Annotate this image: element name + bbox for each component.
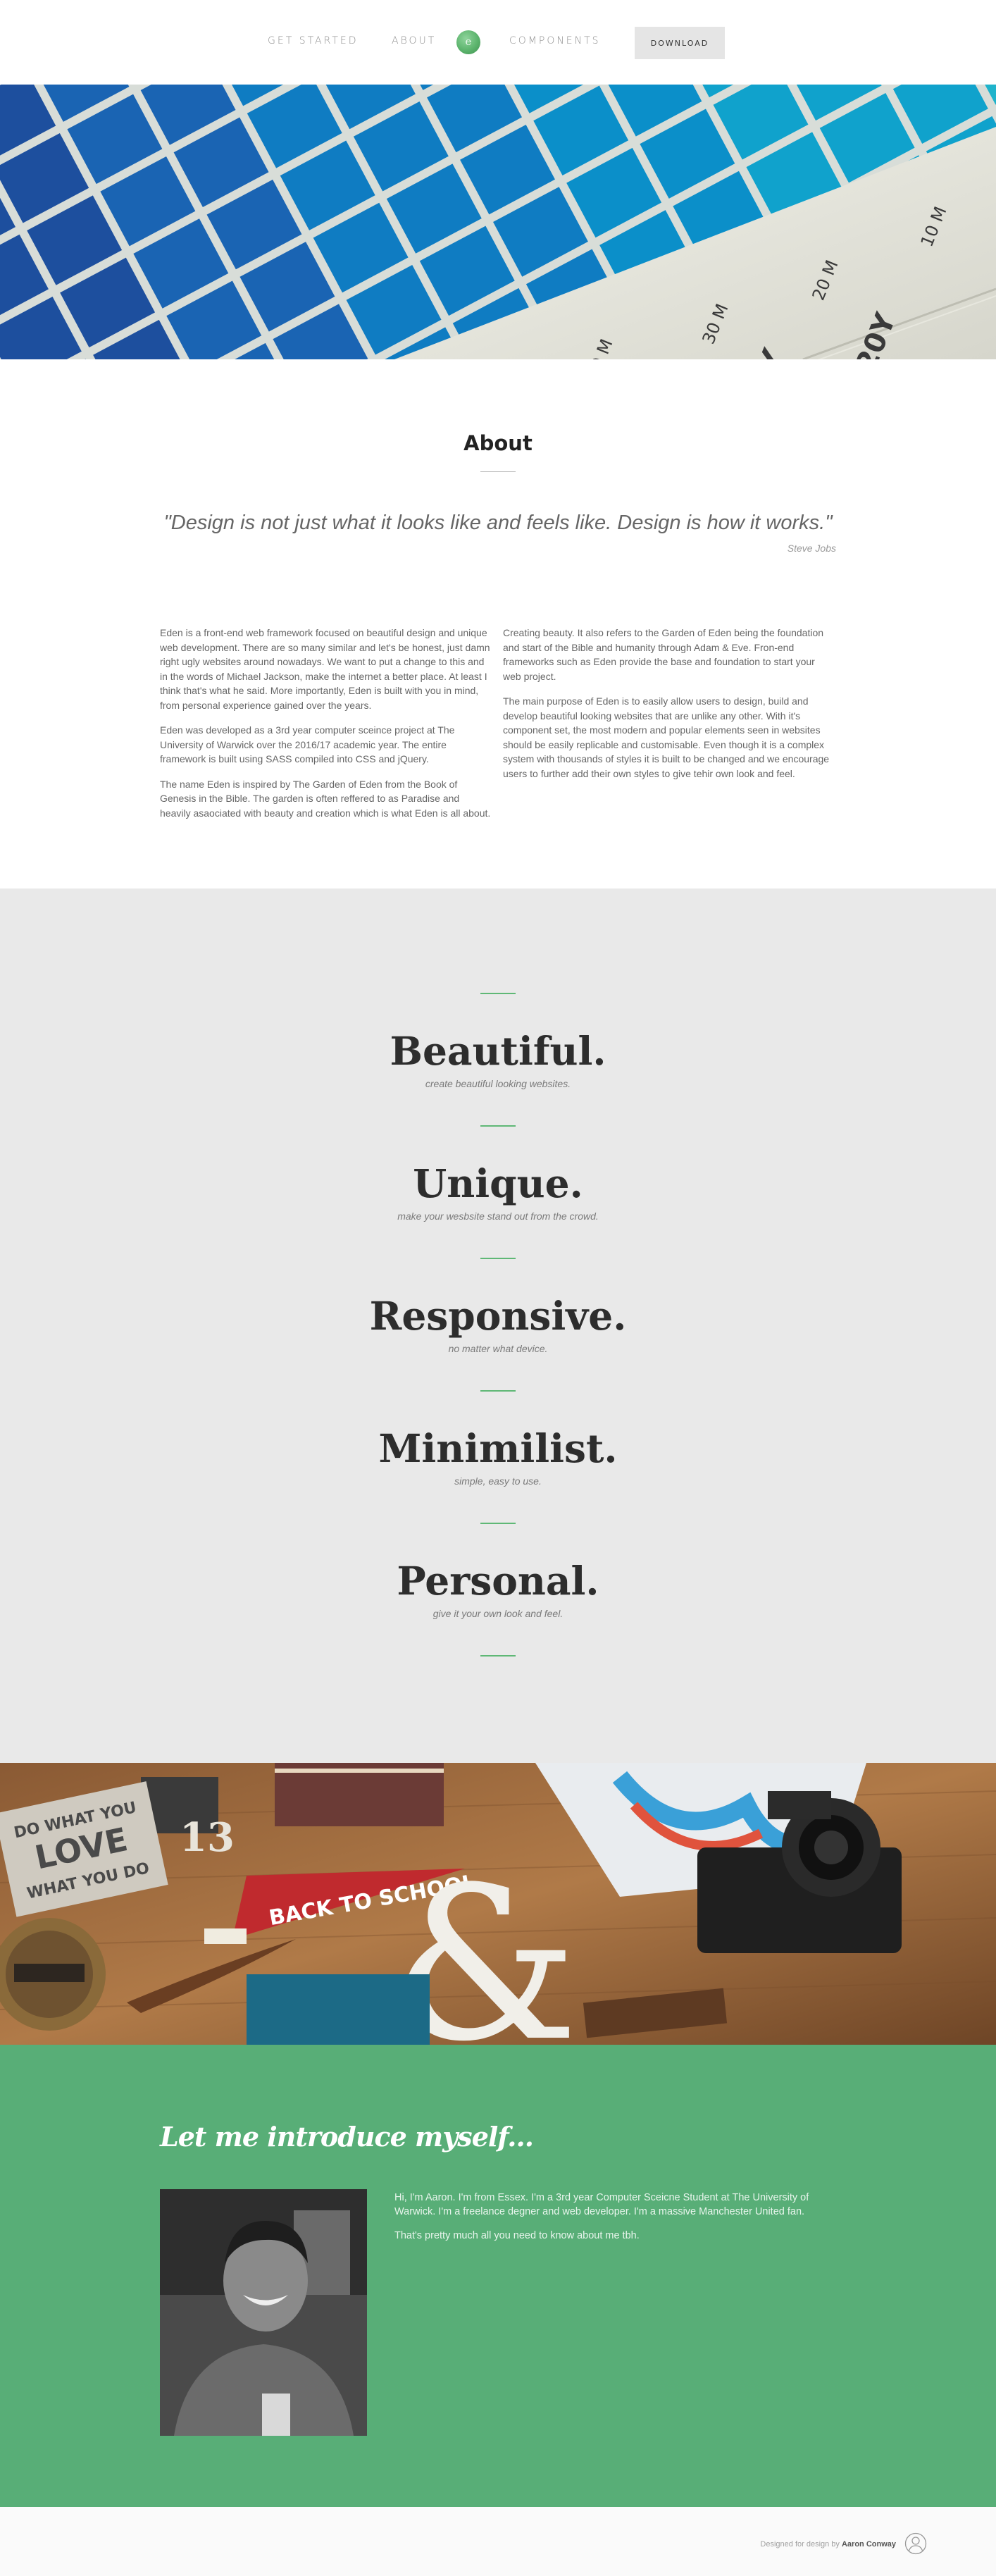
feature-subtitle: no matter what device. (448, 1343, 548, 1354)
about-divider (480, 471, 516, 472)
feature-divider (480, 1125, 516, 1127)
feature-divider (480, 1258, 516, 1259)
intro-text: Hi, I'm Aaron. I'm from Essex. I'm a 3rd… (394, 2191, 831, 2253)
feature-heading: Responsive. (369, 1293, 627, 1339)
about-column-right: Creating beauty. It also refers to the G… (503, 626, 834, 791)
intro-paragraph: Hi, I'm Aaron. I'm from Essex. I'm a 3rd… (394, 2192, 809, 2217)
feature-subtitle: make your wesbsite stand out from the cr… (397, 1210, 599, 1222)
feature-heading: Personal. (397, 1558, 599, 1604)
feature-heading: Beautiful. (390, 1028, 606, 1074)
footer: Designed for design by Aaron Conway (0, 2507, 996, 2576)
about-paragraph: Eden is a front-end web framework focuse… (160, 627, 490, 711)
intro-heading: Let me introduce myself... (160, 2121, 534, 2153)
footer-credit: Designed for design by Aaron Conway (634, 2540, 896, 2549)
introduction-section: Let me introduce myself... Hi, I'm Aaron… (0, 2045, 996, 2507)
feature-divider (480, 1655, 516, 1657)
quote-text: "Design is not just what it looks like a… (163, 512, 833, 534)
desk-photo: DO WHAT YOU LOVE WHAT YOU DO 13 BACK TO … (0, 1763, 996, 2045)
eden-logo-icon[interactable]: e (456, 30, 480, 54)
intro-paragraph: That's pretty much all you need to know … (394, 2230, 640, 2241)
logo-glyph: e (465, 35, 472, 48)
quote-author: Steve Jobs (787, 543, 836, 554)
feature-subtitle: simple, easy to use. (454, 1475, 542, 1487)
feature-subtitle: give it your own look and feel. (432, 1608, 564, 1619)
nav-get-started-link[interactable]: GET STARTED (268, 35, 359, 47)
about-heading: About (463, 431, 533, 455)
feature-heading: Unique. (413, 1160, 583, 1206)
about-column-left: Eden is a front-end web framework focuse… (160, 626, 491, 831)
user-profile-icon[interactable] (904, 2532, 927, 2555)
feature-divider (480, 1390, 516, 1392)
profile-photo (160, 2189, 367, 2436)
nav-components-link[interactable]: COMPONENTS (509, 35, 601, 47)
hero-image: 10 M20 M30 M40 M50 M20Y30Y (0, 85, 996, 359)
feature-heading: Minimilist. (378, 1425, 618, 1471)
desk-items-illustration: DO WHAT YOU LOVE WHAT YOU DO 13 BACK TO … (0, 1763, 996, 2045)
feature-subtitle: create beautiful looking websites. (425, 1078, 571, 1089)
about-paragraph: The name Eden is inspired by The Garden … (160, 778, 491, 819)
about-paragraph: Eden was developed as a 3rd year compute… (160, 724, 455, 764)
feature-divider (480, 1523, 516, 1524)
portrait-illustration (160, 2189, 367, 2436)
features-section: Beautiful. create beautiful looking webs… (0, 888, 996, 1763)
download-button[interactable]: DOWNLOAD (635, 27, 725, 59)
footer-author-link[interactable]: Aaron Conway (842, 2540, 896, 2549)
nav-about-link[interactable]: ABOUT (392, 35, 436, 47)
feature-divider (480, 993, 516, 994)
about-paragraph: The main purpose of Eden is to easily al… (503, 695, 830, 779)
about-paragraph: Creating beauty. It also refers to the G… (503, 627, 824, 682)
top-navigation: GET STARTED ABOUT e COMPONENTS DOWNLOAD (0, 0, 996, 85)
color-swatch-chart-illustration: 10 M20 M30 M40 M50 M20Y30Y (0, 85, 996, 359)
number-13: 13 (180, 1814, 235, 1861)
footer-credit-prefix: Designed for design by (760, 2540, 840, 2549)
